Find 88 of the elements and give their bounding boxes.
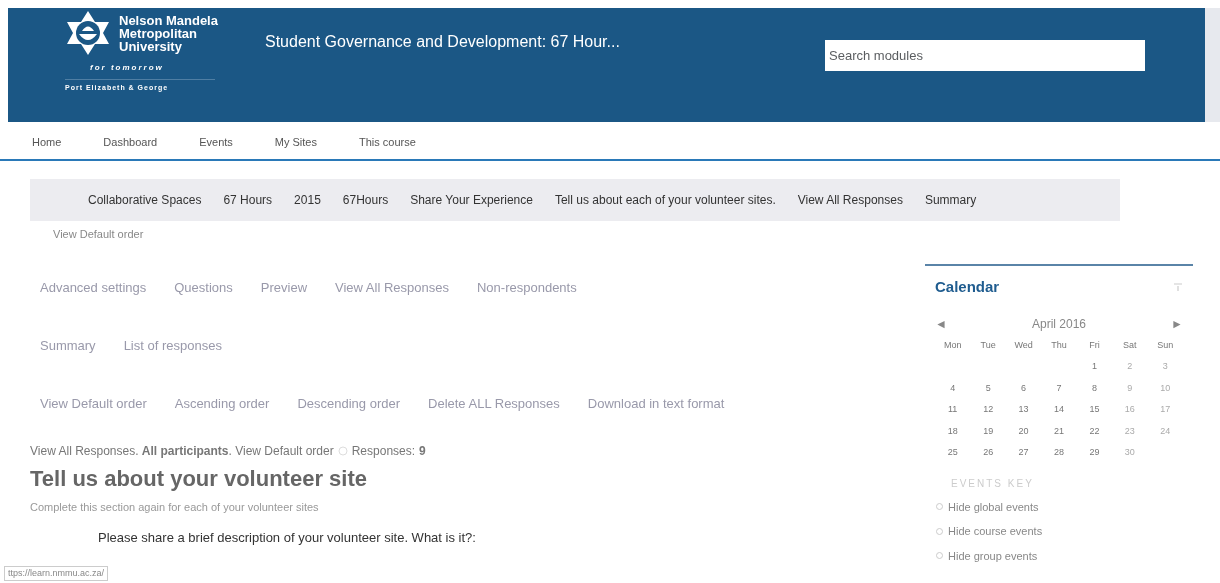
calendar-day[interactable]: 6: [1005, 381, 1042, 395]
section-heading: Tell us about your volunteer site: [30, 465, 368, 493]
weekday-label: Tue: [979, 338, 997, 352]
calendar-day[interactable]: 27: [1005, 446, 1042, 460]
calendar-day[interactable]: 3: [1147, 360, 1183, 374]
responses-count: 9: [419, 443, 426, 460]
course-title: Student Governance and Development: 67 Hour...: [265, 32, 621, 52]
calendar-day[interactable]: 5: [970, 381, 1006, 395]
calendar-day[interactable]: 28: [1041, 446, 1077, 460]
circle-icon: [337, 446, 348, 456]
event-toggle-link[interactable]: Hide course events: [948, 523, 1043, 540]
calendar-day[interactable]: 15: [1076, 403, 1113, 417]
tab-link[interactable]: Ascending order: [174, 394, 270, 438]
calendar-day[interactable]: 23: [1112, 424, 1148, 438]
weekday-label: Mon: [942, 338, 963, 352]
previous-month-arrow[interactable]: ◄: [935, 314, 947, 333]
logo-text: Nelson Mandela: [119, 13, 218, 27]
calendar-day[interactable]: 1: [1076, 360, 1113, 374]
calendar-day[interactable]: 14: [1041, 403, 1077, 417]
calendar-day[interactable]: 24: [1147, 424, 1183, 438]
logo-text: Metropolitan: [119, 26, 198, 40]
section-intro: Complete this section again for each of your volunteer sites: [30, 500, 320, 515]
weekday-label: Sat: [1122, 338, 1138, 352]
calendar-day[interactable]: 16: [1112, 403, 1148, 417]
event-dot-icon: [935, 551, 944, 561]
calendar-month: April 2016: [1031, 315, 1086, 333]
tab-link[interactable]: Delete ALL Responses: [428, 394, 560, 438]
breadcrumb-link[interactable]: View All Responses: [797, 190, 903, 209]
calendar-day[interactable]: 21: [1041, 424, 1077, 438]
event-toggle-link[interactable]: Hide group events: [948, 547, 1038, 564]
breadcrumb-link[interactable]: Summary: [924, 190, 977, 209]
tab-link[interactable]: Preview: [260, 278, 308, 322]
nav-link[interactable]: Events: [199, 134, 233, 151]
nav-link[interactable]: This course: [359, 134, 416, 151]
calendar-day[interactable]: 19: [970, 424, 1006, 438]
tab-link[interactable]: Summary: [40, 336, 96, 380]
question-text: Please share a brief description of your volunteer site. What is it?:: [98, 528, 477, 547]
nav-link[interactable]: My Sites: [274, 134, 317, 151]
breadcrumb-link[interactable]: View Default order: [53, 225, 1220, 242]
calendar-day[interactable]: 8: [1076, 381, 1113, 395]
tab-link[interactable]: Descending order: [297, 394, 400, 438]
weekday-label: Fri: [1088, 338, 1101, 352]
calendar-day[interactable]: 2: [1112, 360, 1148, 374]
minimize-icon[interactable]: [1173, 283, 1183, 292]
breadcrumb-link[interactable]: Collaborative Spaces: [88, 190, 202, 209]
status-url: ttps://learn.nmmu.ac.za/: [4, 565, 109, 581]
tab-link[interactable]: View All Responses: [335, 278, 449, 322]
response-filter-text: View All Responses. All participants. View Default order: [30, 443, 334, 460]
calendar-day[interactable]: 17: [1147, 403, 1183, 417]
calendar-day[interactable]: 12: [970, 403, 1006, 417]
logo-text: University: [119, 39, 182, 53]
calendar-day[interactable]: 20: [1005, 424, 1042, 438]
calendar-day[interactable]: 10: [1147, 381, 1183, 395]
calendar-title: Calendar: [935, 277, 1000, 297]
calendar-day[interactable]: 7: [1041, 381, 1077, 395]
tab-link[interactable]: List of responses: [123, 336, 222, 380]
calendar-day[interactable]: 25: [935, 446, 971, 460]
calendar-day[interactable]: 11: [935, 403, 971, 417]
calendar-day[interactable]: 30: [1112, 446, 1148, 460]
breadcrumb-link[interactable]: 67 Hours: [223, 190, 273, 209]
nav-link[interactable]: Dashboard: [103, 134, 158, 151]
next-month-arrow[interactable]: ►: [1171, 314, 1183, 333]
calendar-day[interactable]: 9: [1112, 381, 1148, 395]
breadcrumb-link[interactable]: Share Your Experience: [410, 190, 533, 209]
nav-link[interactable]: Home: [32, 134, 62, 151]
weekday-label: Wed: [1013, 338, 1034, 352]
calendar-day[interactable]: 4: [935, 381, 971, 395]
tab-link[interactable]: View Default order: [40, 394, 147, 438]
breadcrumb-link[interactable]: Tell us about each of your volunteer sites.: [554, 190, 776, 209]
tab-link[interactable]: Non-respondents: [476, 278, 577, 322]
calendar-day[interactable]: 29: [1076, 446, 1113, 460]
calendar-day[interactable]: 18: [935, 424, 971, 438]
event-dot-icon: [935, 502, 944, 512]
calendar-day[interactable]: 26: [970, 446, 1006, 460]
tab-link[interactable]: Questions: [174, 278, 233, 322]
logo-tagline: for tomorrow: [90, 62, 165, 74]
calendar-day[interactable]: 13: [1005, 403, 1042, 417]
breadcrumb-link[interactable]: 2015: [294, 190, 321, 209]
event-toggle-link[interactable]: Hide global events: [948, 498, 1039, 515]
calendar-day[interactable]: 22: [1076, 424, 1113, 438]
responses-label: Responses:: [351, 443, 416, 460]
tab-link[interactable]: Advanced settings: [40, 278, 147, 322]
weekday-label: Sun: [1156, 338, 1175, 352]
search-field[interactable]: Search modules: [825, 40, 1145, 71]
weekday-label: Thu: [1050, 338, 1068, 352]
tab-link[interactable]: Download in text format: [587, 394, 725, 438]
event-dot-icon: [935, 526, 944, 536]
breadcrumb-link[interactable]: 67Hours: [342, 190, 389, 209]
